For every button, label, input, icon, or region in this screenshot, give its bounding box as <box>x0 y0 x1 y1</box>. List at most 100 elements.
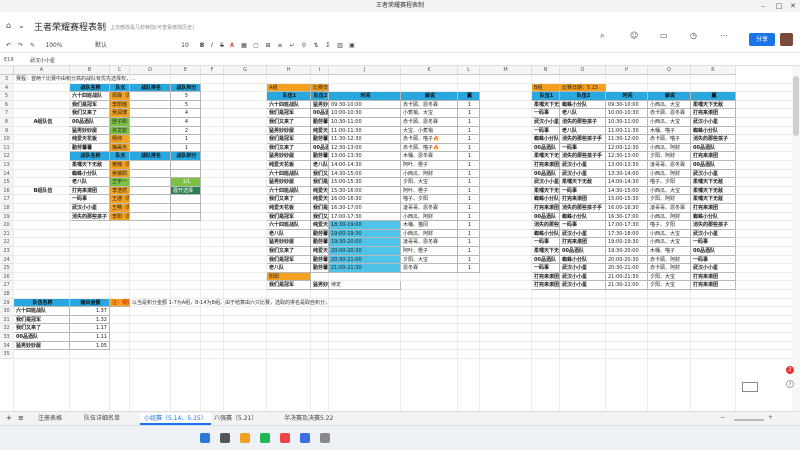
column-header[interactable]: B <box>70 66 110 75</box>
match-time[interactable]: 10:00-10:30 <box>329 109 401 118</box>
table-header[interactable]: 赢 <box>458 92 480 101</box>
rank-cell[interactable] <box>130 169 171 179</box>
sheet-list-icon[interactable]: ≡ <box>18 414 24 422</box>
caster[interactable]: 小西瓜、大宝 <box>648 118 691 127</box>
row-header[interactable]: 28 <box>0 290 14 299</box>
team-1[interactable]: 猛男妙妙屋 <box>267 126 311 136</box>
team-1[interactable]: 我们是冠军 <box>267 212 311 222</box>
team-name[interactable]: 纯爱天花板 <box>70 135 110 144</box>
score-cell[interactable] <box>171 169 201 179</box>
row-header[interactable]: 7 <box>0 109 14 118</box>
amount-cell[interactable]: 1.11 <box>70 333 110 342</box>
floating-comment-box[interactable] <box>742 382 758 392</box>
captain-name[interactable]: 李阳（队长） <box>110 212 130 222</box>
team-1[interactable]: 猛男妙妙屋 <box>267 178 311 187</box>
team-1[interactable]: 柔嘿天下无敌 <box>532 100 560 110</box>
zoom-select[interactable]: 100% <box>44 41 64 51</box>
row-header[interactable]: 26 <box>0 272 14 282</box>
border-icon[interactable]: ▢ <box>252 41 260 51</box>
row-header[interactable]: 24 <box>0 255 14 265</box>
team-2[interactable]: 勤劳薯薯 <box>311 264 329 273</box>
rank-cell[interactable] <box>130 118 171 127</box>
caster[interactable]: 喵子、夕阳 <box>648 178 691 187</box>
match-time[interactable]: 17:00-17:30 <box>329 212 401 222</box>
team-name[interactable]: 蜘蛛小分队 <box>70 169 110 179</box>
align-icon[interactable]: ≡ <box>276 41 284 51</box>
team-2[interactable]: 纯爱天花板 <box>311 195 329 204</box>
caster[interactable]: 赤卡顾、喵子🔥 <box>401 143 458 153</box>
team-1[interactable]: 蜘蛛小分队 <box>532 135 560 144</box>
team-name[interactable]: 六十四班战队 <box>70 92 110 101</box>
row-header[interactable]: 12 <box>0 152 14 161</box>
match-time[interactable]: 09:30-10:00 <box>329 100 401 110</box>
captain-name[interactable]: 舒子阳（队长） <box>110 118 130 127</box>
team-2[interactable]: 00品酒队 <box>311 109 329 118</box>
app-icon[interactable] <box>280 433 290 443</box>
font-select[interactable]: 默认 <box>90 41 112 51</box>
winner[interactable]: 1 <box>458 178 480 187</box>
match-time[interactable]: 17:00-17:30 <box>606 221 648 230</box>
start-icon[interactable] <box>200 433 210 443</box>
table-header[interactable]: 战队积分 <box>171 152 201 161</box>
team-1[interactable]: 一码事 <box>532 238 560 247</box>
wechat-icon[interactable] <box>260 433 270 443</box>
docs-icon[interactable] <box>300 433 310 443</box>
table-header[interactable]: 队长 <box>110 83 130 93</box>
match-time[interactable]: 16:30-17:00 <box>606 212 648 222</box>
score-cell[interactable] <box>171 212 201 222</box>
caster[interactable]: 小西瓜、阿财 <box>401 212 458 222</box>
caster[interactable]: 赤卡顾、喵子🔥 <box>401 135 458 144</box>
cell-reference[interactable]: E19 <box>4 57 14 63</box>
match-time[interactable]: 16:00-16:30 <box>606 204 648 213</box>
caster[interactable]: 夕阳、大宝 <box>648 272 691 282</box>
row-header[interactable]: 25 <box>0 264 14 273</box>
team-2[interactable]: 猛男妙妙屋 <box>311 281 329 290</box>
caster[interactable]: 恩冬霖 <box>401 264 458 273</box>
team-2[interactable]: 武汉小小星 <box>560 161 606 170</box>
team-2[interactable]: 勤劳薯薯 <box>311 238 329 247</box>
team-2[interactable]: 猛男妙妙屋 <box>311 100 329 110</box>
team-1[interactable]: 我们是冠军 <box>267 109 311 118</box>
team-2[interactable]: 我们是冠军 <box>311 204 329 213</box>
star-icon[interactable]: ☆ <box>98 22 103 29</box>
captain-name[interactable]: 黄楠（队长） <box>110 161 130 170</box>
team-2[interactable]: 蜘蛛小分队 <box>560 100 606 110</box>
row-header[interactable]: 11 <box>0 143 14 153</box>
match-time[interactable]: 11:00-11:30 <box>606 126 648 136</box>
taskbar-search-icon[interactable] <box>220 433 230 443</box>
team-2[interactable]: 纯爱天花板 <box>311 247 329 256</box>
caster[interactable]: 阿叶、橙子 <box>401 161 458 170</box>
caster[interactable]: 凌哥哥、恩冬霖 <box>648 204 691 213</box>
team-1[interactable]: 打完来滚团 <box>532 272 560 282</box>
winner[interactable]: 柔嘿天下无敌 <box>691 100 736 110</box>
winner[interactable]: 1 <box>458 221 480 230</box>
team-2[interactable]: 我们又来了 <box>311 212 329 222</box>
notification-badge[interactable]: 2 <box>786 366 794 374</box>
team-1[interactable]: 00品酒队 <box>532 143 560 153</box>
team-2[interactable]: 消失的那些孩子手 <box>560 135 606 144</box>
table-header[interactable]: 队长 <box>110 152 130 161</box>
winner[interactable]: 消失的那些孩子 <box>691 135 736 144</box>
dropdown-hint[interactable]: 展开选择 <box>171 186 201 196</box>
match-time[interactable]: 14:00-14:30 <box>329 161 401 170</box>
caster[interactable]: 赤卡顾、阿财 <box>648 255 691 265</box>
select-all-corner[interactable] <box>0 66 14 75</box>
caster[interactable]: 小西瓜、大宝 <box>648 229 691 239</box>
row-header[interactable]: 14 <box>0 169 14 179</box>
team-2[interactable]: 老八队 <box>560 109 606 118</box>
match-time[interactable]: 19:30-20:00 <box>329 238 401 247</box>
caster[interactable]: 喵子、夕阳 <box>648 221 691 230</box>
row-header[interactable]: 15 <box>0 178 14 187</box>
help-icon[interactable]: ? <box>786 380 794 388</box>
caster[interactable]: 小西瓜、阿财 <box>648 143 691 153</box>
team-2[interactable]: 蜘蛛小分队 <box>560 255 606 265</box>
captain-name[interactable]: 李阳瑶（队长） <box>110 100 130 110</box>
match-time[interactable]: 15:30-16:00 <box>329 186 401 196</box>
score-cell[interactable]: 1 <box>171 143 201 153</box>
column-header[interactable]: E <box>171 66 201 75</box>
caster[interactable]: 喵子、夕阳 <box>401 195 458 204</box>
winner[interactable]: 打完来滚团 <box>691 109 736 118</box>
team-name[interactable]: 我们又来了 <box>70 109 110 118</box>
winner[interactable]: 打完来滚团 <box>691 281 736 290</box>
chart-icon[interactable]: ▥ <box>336 41 344 51</box>
